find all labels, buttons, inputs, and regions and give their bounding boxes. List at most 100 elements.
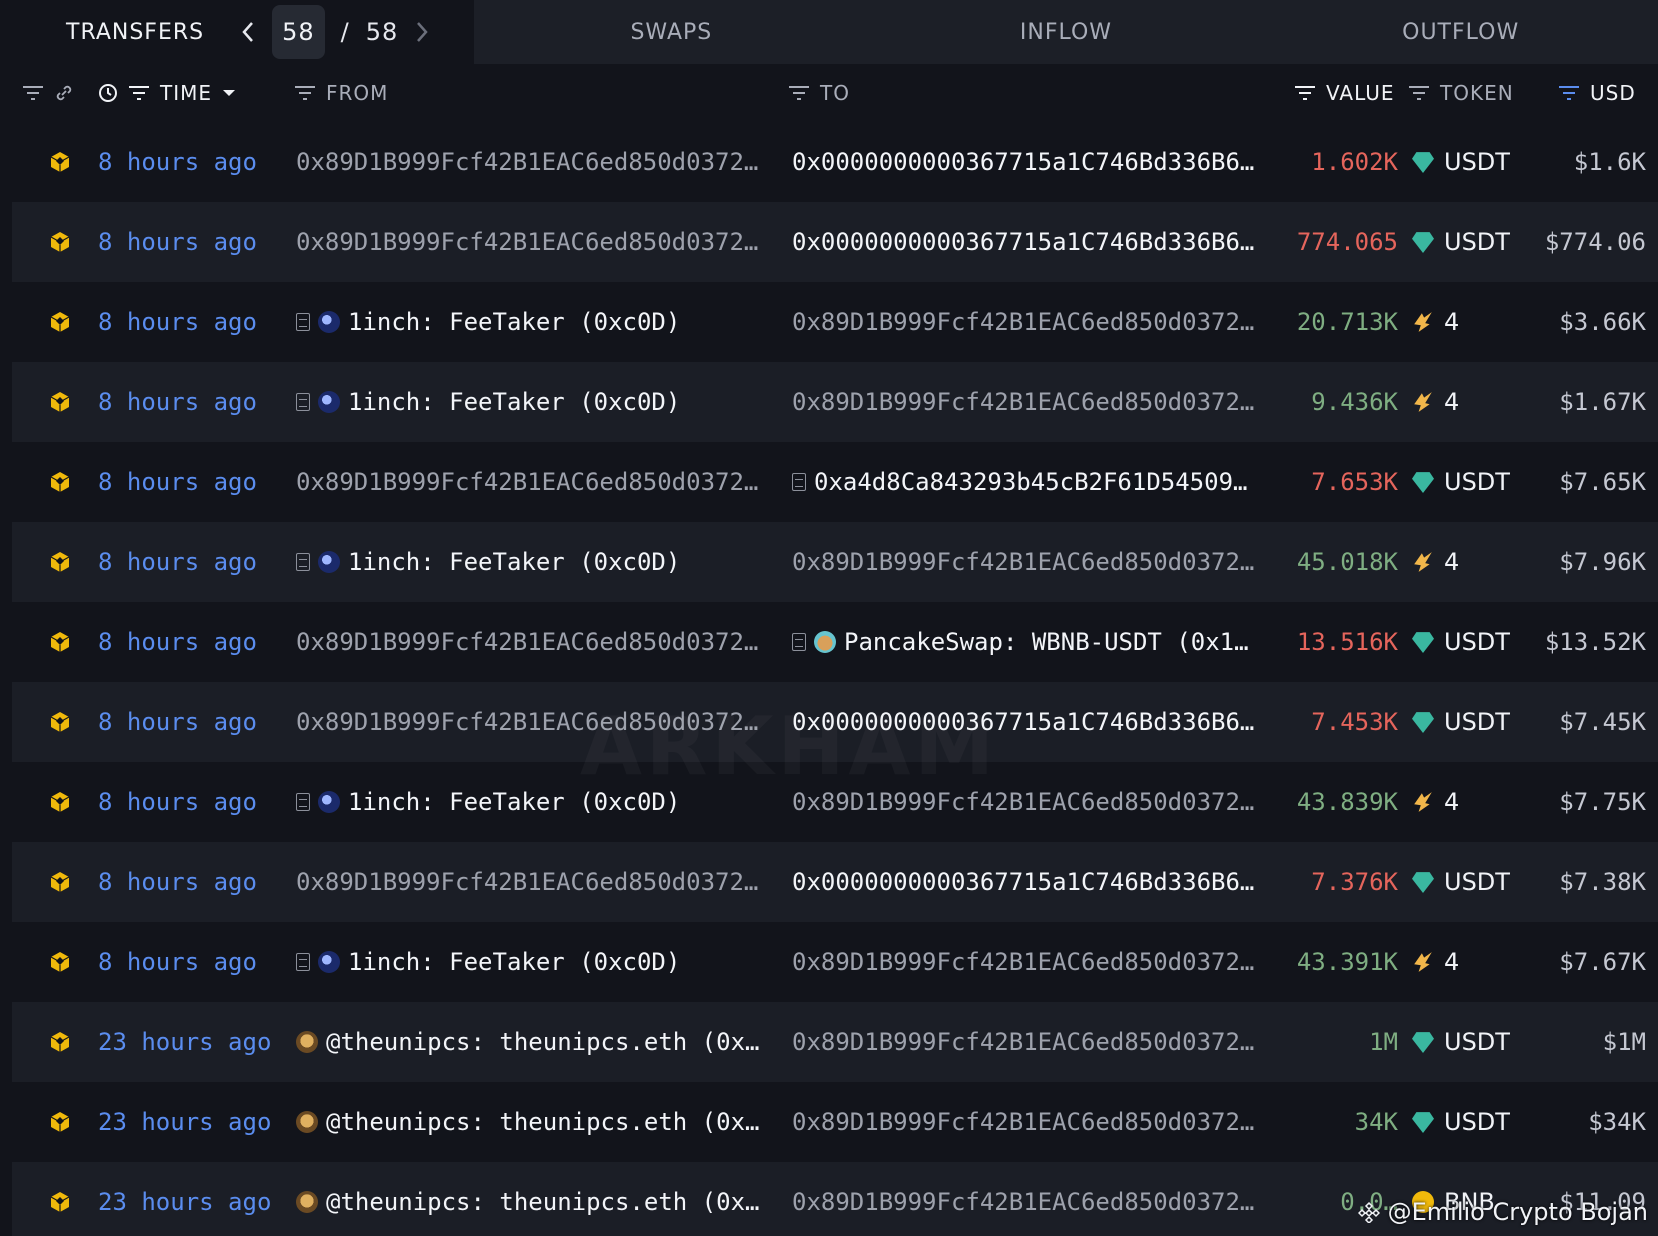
chain-cell[interactable] xyxy=(40,522,80,602)
from-entity[interactable]: @theunipcs: theunipcs.eth (0x… xyxy=(326,1108,759,1136)
table-row[interactable]: 8 hours ago 1inch: FeeTaker (0xc0D) 0x89D1… xyxy=(12,522,1658,602)
to-address[interactable]: 0x89D1B999Fcf42B1EAC6ed850d0372… xyxy=(792,788,1254,816)
tab-transfers[interactable]: TRANSFERS 58 / 58 xyxy=(0,0,474,64)
time-link[interactable]: 8 hours ago xyxy=(98,842,288,922)
from-address[interactable]: 0x89D1B999Fcf42B1EAC6ed850d0372… xyxy=(296,468,758,496)
table-row[interactable]: 8 hours ago 0x89D1B999Fcf42B1EAC6ed850d03… xyxy=(12,842,1658,922)
token-cell[interactable]: 4 xyxy=(1412,362,1522,442)
table-row[interactable]: 23 hours ago @theunipcs: theunipcs.eth (0… xyxy=(12,1082,1658,1162)
chain-cell[interactable] xyxy=(40,122,80,202)
table-row[interactable]: 8 hours ago 0x89D1B999Fcf42B1EAC6ed850d03… xyxy=(12,602,1658,682)
to-column-header[interactable]: TO xyxy=(788,64,850,122)
usd-column-header[interactable]: USD xyxy=(1558,64,1636,122)
time-link[interactable]: 8 hours ago xyxy=(98,522,288,602)
from-address[interactable]: 0x89D1B999Fcf42B1EAC6ed850d0372… xyxy=(296,868,758,896)
chain-cell[interactable] xyxy=(40,442,80,522)
token-cell[interactable]: USDT xyxy=(1412,202,1522,282)
token-cell[interactable]: USDT xyxy=(1412,122,1522,202)
to-cell: 0x0000000000367715a1C746Bd336B6… xyxy=(792,682,1268,762)
token-cell[interactable]: 4 xyxy=(1412,762,1522,842)
chain-filter-header[interactable] xyxy=(22,64,74,122)
table-row[interactable]: 8 hours ago 1inch: FeeTaker (0xc0D) 0x89D1… xyxy=(12,922,1658,1002)
from-address[interactable]: 0x89D1B999Fcf42B1EAC6ed850d0372… xyxy=(296,148,758,176)
time-link[interactable]: 8 hours ago xyxy=(98,762,288,842)
time-link[interactable]: 8 hours ago xyxy=(98,282,288,362)
time-link[interactable]: 8 hours ago xyxy=(98,122,288,202)
token-column-header[interactable]: TOKEN xyxy=(1408,64,1514,122)
value-column-header[interactable]: VALUE xyxy=(1294,64,1395,122)
to-address[interactable]: 0x89D1B999Fcf42B1EAC6ed850d0372… xyxy=(792,1188,1254,1216)
to-address[interactable]: 0x89D1B999Fcf42B1EAC6ed850d0372… xyxy=(792,548,1254,576)
tab-swaps[interactable]: SWAPS xyxy=(474,0,869,64)
time-link[interactable]: 8 hours ago xyxy=(98,362,288,442)
link-icon xyxy=(56,85,72,101)
from-entity[interactable]: 1inch: FeeTaker (0xc0D) xyxy=(348,788,680,816)
next-page-button[interactable] xyxy=(408,12,436,52)
usd-cell: $7.75K xyxy=(1559,788,1646,816)
table-row[interactable]: 23 hours ago @theunipcs: theunipcs.eth (0… xyxy=(12,1002,1658,1082)
chain-cell[interactable] xyxy=(40,602,80,682)
time-link[interactable]: 8 hours ago xyxy=(98,442,288,522)
from-address[interactable]: 0x89D1B999Fcf42B1EAC6ed850d0372… xyxy=(296,228,758,256)
chain-cell[interactable] xyxy=(40,922,80,1002)
from-address[interactable]: 0x89D1B999Fcf42B1EAC6ed850d0372… xyxy=(296,708,758,736)
to-address[interactable]: 0x0000000000367715a1C746Bd336B6… xyxy=(792,708,1254,736)
token-cell[interactable]: 4 xyxy=(1412,522,1522,602)
chain-cell[interactable] xyxy=(40,1082,80,1162)
page-number-input[interactable]: 58 xyxy=(272,5,325,59)
to-address[interactable]: 0xa4d8Ca843293b45cB2F61D54509… xyxy=(814,468,1247,496)
time-link[interactable]: 23 hours ago xyxy=(98,1002,288,1082)
time-link[interactable]: 8 hours ago xyxy=(98,682,288,762)
token-cell[interactable]: USDT xyxy=(1412,1002,1522,1082)
tab-inflow[interactable]: INFLOW xyxy=(869,0,1264,64)
chain-cell[interactable] xyxy=(40,842,80,922)
token-cell[interactable]: USDT xyxy=(1412,602,1522,682)
from-column-header[interactable]: FROM xyxy=(294,64,388,122)
time-link[interactable]: 23 hours ago xyxy=(98,1162,288,1236)
time-link[interactable]: 8 hours ago xyxy=(98,922,288,1002)
to-address[interactable]: 0x0000000000367715a1C746Bd336B6… xyxy=(792,148,1254,176)
table-row[interactable]: 8 hours ago 1inch: FeeTaker (0xc0D) 0x89D1… xyxy=(12,362,1658,442)
token-cell[interactable]: USDT xyxy=(1412,842,1522,922)
token-cell[interactable]: USDT xyxy=(1412,682,1522,762)
time-link[interactable]: 8 hours ago xyxy=(98,202,288,282)
chain-cell[interactable] xyxy=(40,1162,80,1236)
to-address[interactable]: 0x0000000000367715a1C746Bd336B6… xyxy=(792,228,1254,256)
to-address[interactable]: 0x89D1B999Fcf42B1EAC6ed850d0372… xyxy=(792,948,1254,976)
table-row[interactable]: 8 hours ago 0x89D1B999Fcf42B1EAC6ed850d03… xyxy=(12,442,1658,522)
to-address[interactable]: 0x0000000000367715a1C746Bd336B6… xyxy=(792,868,1254,896)
time-column-header[interactable]: TIME xyxy=(98,64,236,122)
to-entity[interactable]: PancakeSwap: WBNB-USDT (0x1… xyxy=(844,628,1249,656)
from-entity[interactable]: @theunipcs: theunipcs.eth (0x… xyxy=(326,1188,759,1216)
chain-cell[interactable] xyxy=(40,202,80,282)
from-entity[interactable]: 1inch: FeeTaker (0xc0D) xyxy=(348,308,680,336)
from-address[interactable]: 0x89D1B999Fcf42B1EAC6ed850d0372… xyxy=(296,628,758,656)
from-entity[interactable]: @theunipcs: theunipcs.eth (0x… xyxy=(326,1028,759,1056)
token-cell[interactable]: USDT xyxy=(1412,1082,1522,1162)
to-address[interactable]: 0x89D1B999Fcf42B1EAC6ed850d0372… xyxy=(792,308,1254,336)
table-row[interactable]: 8 hours ago 0x89D1B999Fcf42B1EAC6ed850d03… xyxy=(12,122,1658,202)
chain-cell[interactable] xyxy=(40,282,80,362)
tab-outflow[interactable]: OUTFLOW xyxy=(1263,0,1658,64)
table-row[interactable]: 8 hours ago 0x89D1B999Fcf42B1EAC6ed850d03… xyxy=(12,202,1658,282)
table-row[interactable]: 8 hours ago 0x89D1B999Fcf42B1EAC6ed850d03… xyxy=(12,682,1658,762)
chain-cell[interactable] xyxy=(40,362,80,442)
time-link[interactable]: 8 hours ago xyxy=(98,602,288,682)
token-cell[interactable]: USDT xyxy=(1412,442,1522,522)
time-link[interactable]: 23 hours ago xyxy=(98,1082,288,1162)
from-entity[interactable]: 1inch: FeeTaker (0xc0D) xyxy=(348,548,680,576)
chain-cell[interactable] xyxy=(40,682,80,762)
table-row[interactable]: 8 hours ago 1inch: FeeTaker (0xc0D) 0x89D1… xyxy=(12,762,1658,842)
prev-page-button[interactable] xyxy=(234,12,262,52)
from-entity[interactable]: 1inch: FeeTaker (0xc0D) xyxy=(348,388,680,416)
chain-cell[interactable] xyxy=(40,1002,80,1082)
from-entity[interactable]: 1inch: FeeTaker (0xc0D) xyxy=(348,948,680,976)
to-address[interactable]: 0x89D1B999Fcf42B1EAC6ed850d0372… xyxy=(792,1028,1254,1056)
to-address[interactable]: 0x89D1B999Fcf42B1EAC6ed850d0372… xyxy=(792,388,1254,416)
token-cell[interactable]: 4 xyxy=(1412,922,1522,1002)
token-cell[interactable]: 4 xyxy=(1412,282,1522,362)
to-address[interactable]: 0x89D1B999Fcf42B1EAC6ed850d0372… xyxy=(792,1108,1254,1136)
usdt-icon xyxy=(1412,872,1434,893)
table-row[interactable]: 8 hours ago 1inch: FeeTaker (0xc0D) 0x89D1… xyxy=(12,282,1658,362)
chain-cell[interactable] xyxy=(40,762,80,842)
